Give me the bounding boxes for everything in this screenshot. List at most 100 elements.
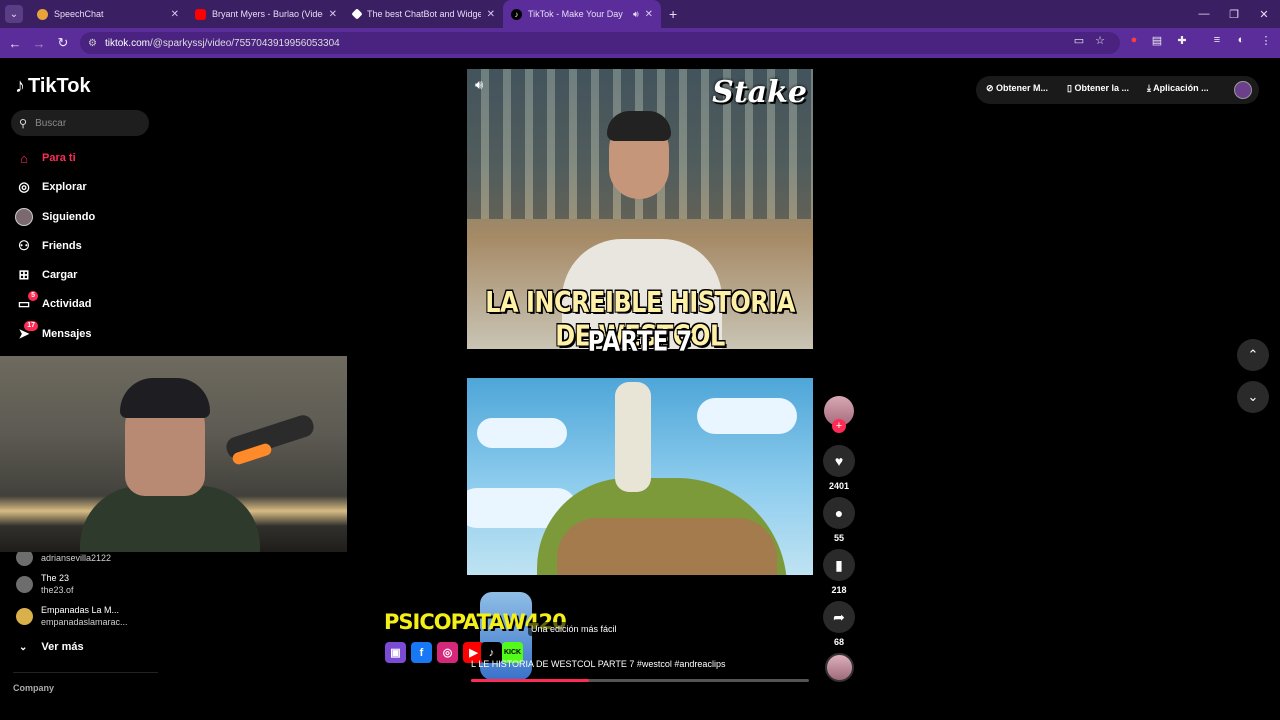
- extensions-puzzle-icon[interactable]: ✚: [1174, 34, 1190, 47]
- video-title-line2: PARTE 7: [587, 326, 693, 358]
- forward-icon[interactable]: →: [27, 36, 51, 51]
- media-control-icon[interactable]: ≡: [1209, 34, 1225, 46]
- caption-prefix: L: [471, 659, 476, 669]
- restore-icon[interactable]: ❐: [1218, 0, 1250, 28]
- following-avatar-icon: [15, 208, 33, 226]
- new-tab-icon[interactable]: +: [669, 6, 677, 22]
- volume-icon[interactable]: 🔊︎: [475, 77, 483, 93]
- extension-red-icon[interactable]: ●: [1126, 34, 1142, 46]
- sidebar-item-cargar[interactable]: ⊞ Cargar: [15, 264, 78, 286]
- video-caption: L LE HISTORIA DE WESTCOL PARTE 7 #westco…: [471, 659, 725, 669]
- search-placeholder: Buscar: [35, 117, 67, 129]
- sidebar-item-label: Siguiendo: [42, 211, 96, 223]
- get-app-label: Obtener la ...: [1074, 83, 1129, 93]
- account-name: Empanadas La M...: [41, 605, 120, 615]
- sidebar-item-para-ti[interactable]: ⌂ Para ti: [15, 147, 76, 169]
- previous-video-button[interactable]: ⌃: [1237, 339, 1269, 371]
- sidebar-item-actividad[interactable]: ▭ 5 Actividad: [15, 291, 92, 315]
- tiktok-note-icon: ♪: [15, 75, 25, 97]
- tiktok-icon: ♪: [511, 8, 522, 20]
- close-icon[interactable]: ✕: [487, 9, 495, 20]
- video-player[interactable]: Stake 🔊︎ LA INCREIBLE HISTORIA DE WESTCO…: [467, 69, 813, 575]
- follow-plus-icon[interactable]: +: [832, 419, 846, 433]
- close-icon[interactable]: ✕: [329, 9, 337, 20]
- speaker-icon[interactable]: 🔊︎: [633, 9, 639, 20]
- chevron-down-icon: ⌄: [1247, 389, 1259, 404]
- download-app-button[interactable]: ⤓ Aplicación ...: [1147, 83, 1209, 94]
- video-progress-bar[interactable]: [471, 679, 809, 682]
- extension-icon[interactable]: ▤: [1149, 34, 1165, 47]
- notification-badge: 5: [28, 291, 38, 301]
- browser-tab-bar: ⌄ SpeechChat ✕ Bryant Myers - Burlao (Vi…: [0, 0, 1280, 28]
- get-coins-button[interactable]: ⊘ Obtener M...: [986, 83, 1048, 94]
- twitch-icon: ▣: [385, 642, 406, 663]
- comment-count: 55: [833, 533, 844, 543]
- tab-title: Bryant Myers - Burlao (Video Oficial): [212, 9, 323, 19]
- company-link[interactable]: Company: [13, 683, 54, 693]
- speechchat-icon: [37, 8, 48, 20]
- friends-icon: ⚇: [18, 238, 30, 253]
- get-coins-label: Obtener M...: [996, 83, 1049, 93]
- user-avatar[interactable]: [1234, 81, 1252, 99]
- following-account[interactable]: Empanadas La M... empanadaslamarac...: [16, 604, 128, 628]
- share-count: 68: [833, 637, 844, 647]
- back-icon[interactable]: ←: [3, 36, 27, 51]
- reload-icon[interactable]: ↻: [51, 35, 75, 51]
- sidebar-item-friends[interactable]: ⚇ Friends: [15, 235, 82, 257]
- tab-streamelements[interactable]: The best ChatBot and Widgets ✕: [345, 0, 503, 28]
- youtube-icon: [195, 8, 206, 20]
- share-button[interactable]: ➦: [823, 601, 855, 633]
- address-bar[interactable]: ⚙ tiktok.com/@sparkyssj/video/7557043919…: [80, 32, 1120, 54]
- search-input[interactable]: ⚲ Buscar: [11, 110, 149, 136]
- streamer-cap: [120, 378, 210, 418]
- tab-search-menu-icon[interactable]: ⌄: [5, 5, 23, 23]
- sidebar-item-label: Para ti: [42, 152, 76, 164]
- save-button[interactable]: ▮: [823, 549, 855, 581]
- compass-icon: ◎: [18, 179, 30, 194]
- divider: [13, 672, 158, 673]
- account-avatar: [16, 575, 33, 593]
- cloud: [697, 398, 797, 434]
- close-icon[interactable]: ✕: [645, 9, 653, 20]
- see-more-button[interactable]: ⌄ Ver más: [19, 641, 84, 653]
- save-count: 218: [831, 585, 847, 595]
- account-username: the23.of: [41, 585, 74, 595]
- get-app-button[interactable]: ▯ Obtener la ...: [1067, 83, 1129, 94]
- tab-tiktok[interactable]: ♪ TikTok - Make Your Day 🔊︎ ✕: [503, 0, 661, 28]
- tab-title: The best ChatBot and Widgets: [367, 9, 481, 19]
- sidebar-item-explorar[interactable]: ◎ Explorar: [15, 176, 86, 198]
- sidebar-item-label: Cargar: [42, 269, 78, 281]
- messages-icon: ➤ 17: [15, 321, 38, 343]
- like-button[interactable]: ♥: [823, 445, 855, 477]
- instagram-icon: ◎: [437, 642, 458, 663]
- edit-hint-tooltip: Una edición más fácil: [528, 622, 620, 636]
- download-app-label: Aplicación ...: [1153, 83, 1209, 93]
- see-more-label: Ver más: [41, 641, 84, 653]
- bookmark-icon: ▮: [835, 556, 843, 573]
- comment-button[interactable]: ●: [823, 497, 855, 529]
- search-icon: ⚲: [19, 117, 28, 130]
- minimize-icon[interactable]: —: [1188, 0, 1220, 28]
- sidebar-item-siguiendo[interactable]: Siguiendo: [15, 206, 95, 228]
- heart-icon: ♥: [834, 453, 844, 469]
- bookmark-star-icon[interactable]: ☆: [1092, 34, 1108, 47]
- video-frame-top: Stake 🔊︎ LA INCREIBLE HISTORIA DE WESTCO…: [467, 69, 813, 353]
- music-disc-avatar[interactable]: [825, 653, 854, 682]
- caption-text: LE HISTORIA DE WESTCOL PARTE 7 #westcol …: [478, 659, 726, 669]
- tiktok-logo[interactable]: ♪ TikTok: [15, 75, 91, 98]
- close-icon[interactable]: ✕: [171, 9, 179, 20]
- browser-menu-icon[interactable]: ⋮: [1258, 34, 1274, 47]
- install-app-icon[interactable]: ▭: [1071, 34, 1087, 47]
- tab-youtube[interactable]: Bryant Myers - Burlao (Video Oficial) ✕: [187, 0, 345, 28]
- sidebar-item-mensajes[interactable]: ➤ 17 Mensajes: [15, 321, 92, 345]
- profile-icon[interactable]: ◐: [1233, 34, 1249, 46]
- sidebar-item-label: Mensajes: [42, 328, 92, 340]
- tab-speechchat[interactable]: SpeechChat ✕: [29, 0, 187, 28]
- stake-logo: Stake: [712, 75, 807, 110]
- following-account[interactable]: The 23 the23.of: [16, 572, 74, 596]
- url-host: tiktok.com: [104, 37, 150, 49]
- next-video-button[interactable]: ⌄: [1237, 381, 1269, 413]
- window-close-icon[interactable]: ✕: [1248, 0, 1280, 28]
- account-name: The 23: [41, 573, 70, 583]
- site-info-icon[interactable]: ⚙: [88, 38, 97, 49]
